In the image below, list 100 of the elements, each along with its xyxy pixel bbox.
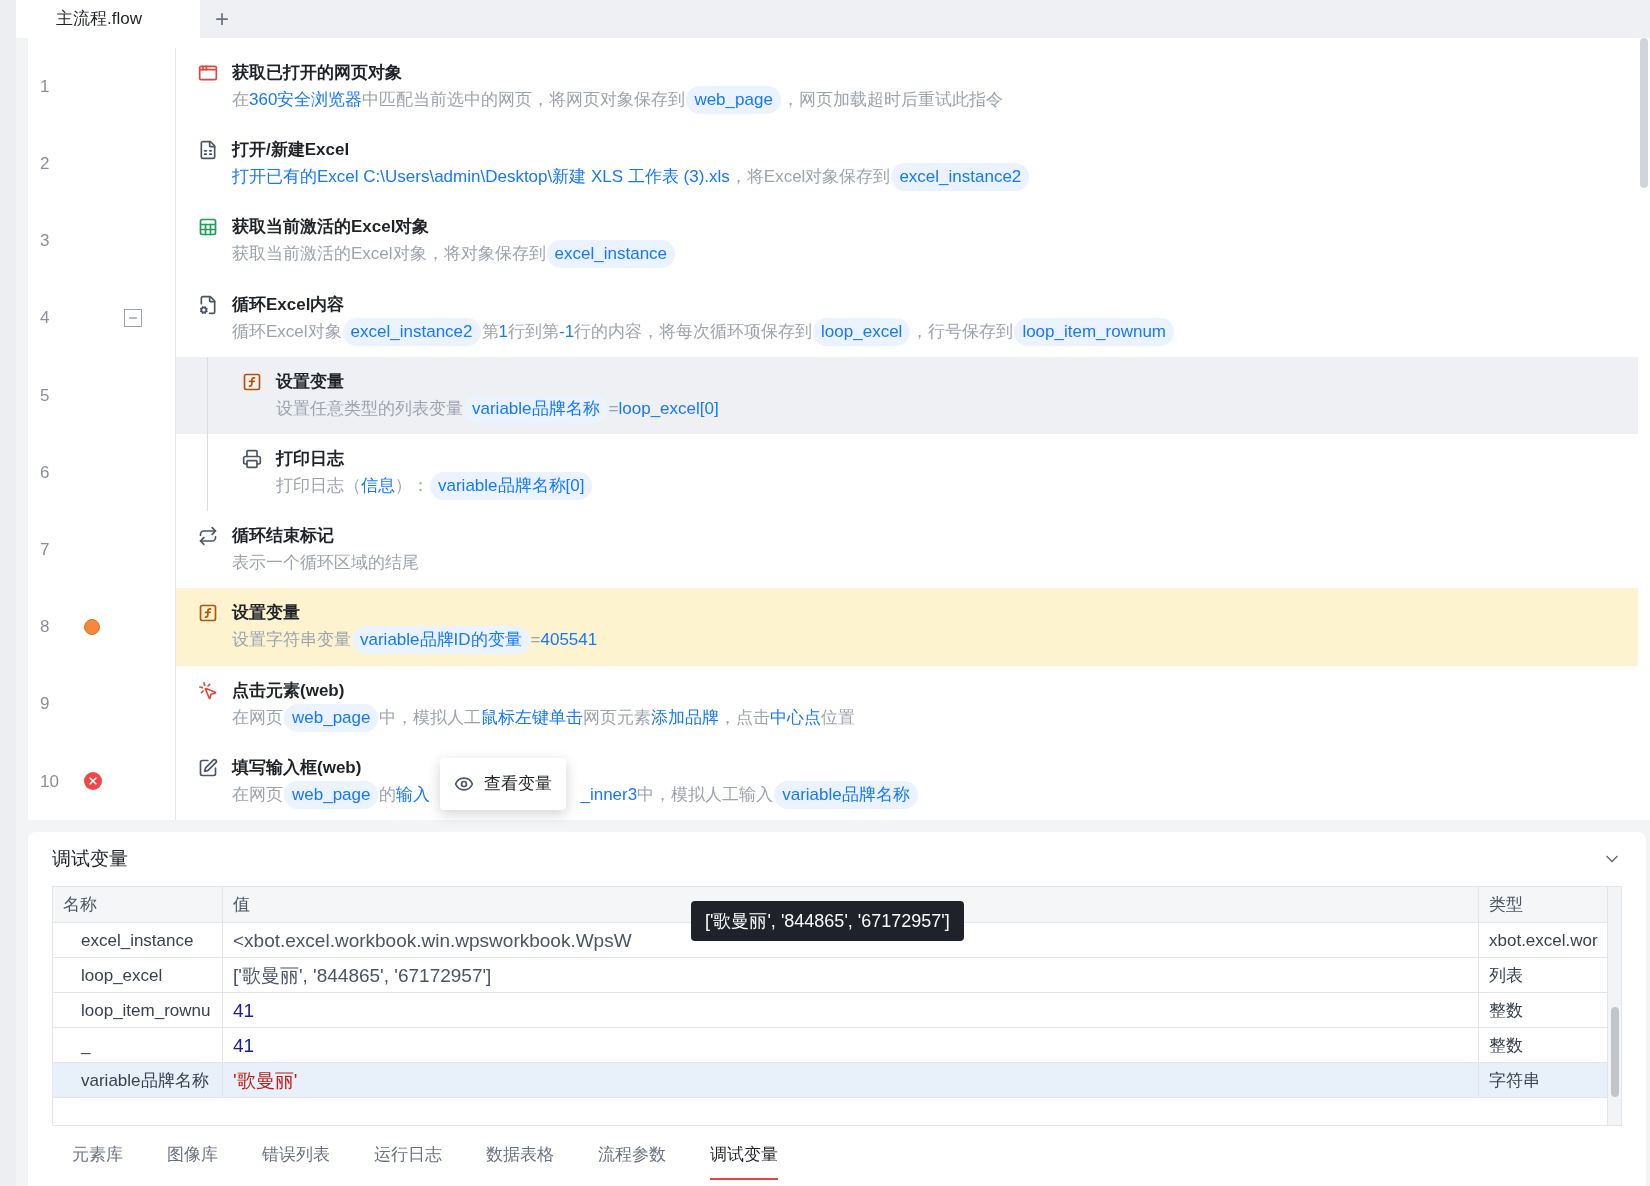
table-cell: 41 (223, 1028, 1479, 1062)
table-row[interactable]: loop_item_rownu 41 整数 (53, 993, 1607, 1028)
variable-tag: web_page (284, 780, 379, 809)
line-number: 5 (40, 384, 51, 407)
new-tab-button[interactable]: + (200, 0, 244, 38)
spreadsheet-icon (198, 217, 218, 238)
column-header: 名称 (53, 887, 223, 922)
variable-tag: variable品牌ID的变量 (352, 626, 530, 655)
panel-tab[interactable]: 图像库 (167, 1142, 218, 1180)
step-title: 填写输入框(web) (232, 756, 363, 779)
description-text: 获取当前激活的Excel对象，将对象保存到 (232, 243, 546, 266)
description-text: 第 (481, 320, 499, 343)
browser-window-icon (198, 63, 218, 83)
panel-tab[interactable]: 元素库 (72, 1142, 123, 1180)
table-cell: variable品牌名称 (53, 1063, 223, 1097)
variable-tag: web_page (686, 86, 781, 114)
step-title: 打开/新建Excel (232, 139, 351, 162)
parameter-value: -1 (558, 320, 575, 343)
description-text: 行的内容，将每次循环项保存到 (574, 320, 813, 343)
line-number: 4 (40, 307, 51, 330)
description-text: = (530, 629, 541, 652)
table-cell: excel_instance (53, 923, 223, 957)
panel-tab[interactable]: 数据表格 (486, 1142, 554, 1180)
variable-tag: excel_instance2 (891, 163, 1030, 192)
description-text: 在网页 (232, 783, 283, 806)
description-text: = (608, 397, 619, 420)
table-cell: ['歌曼丽', '844865', '67172957'] (223, 958, 1479, 992)
table-cell-text: xbot.excel.wor (1488, 930, 1599, 952)
description-text: ）： (395, 475, 429, 497)
view-icon (454, 774, 474, 794)
table-cell: 41 (223, 993, 1479, 1027)
table-row[interactable]: _ 41 整数 (53, 1028, 1607, 1063)
panel-tab[interactable]: 调试变量 (710, 1142, 778, 1180)
panel-tab[interactable]: 错误列表 (262, 1142, 330, 1180)
description-text: 循环Excel对象 (232, 320, 342, 343)
step-title: 点击元素(web) (232, 679, 346, 702)
description-text: 表示一个循环区域的结尾 (232, 552, 419, 575)
repeat-icon (198, 526, 218, 547)
line-number: 2 (40, 153, 51, 176)
variable-tag: loop_item_rownum (1014, 317, 1174, 346)
printer-icon (242, 449, 262, 469)
description-text: 的 (379, 783, 397, 806)
parameter-value: 打开已有的Excel C:\Users\admin\Desktop\新建 XLS 工作表 (3).xls (232, 166, 730, 189)
parameter-value: 中心点 (770, 706, 822, 729)
table-cell: loop_item_rownu (53, 993, 223, 1027)
description-text: 打印日志（ (276, 475, 361, 497)
step-title: 设置变量 (232, 602, 301, 625)
file-cog-icon (198, 294, 218, 315)
table-row[interactable]: variable品牌名称 '歌曼丽' 字符串 (53, 1063, 1607, 1098)
variable-tag: variable品牌名称[0] (430, 472, 593, 500)
variable-tag: variable品牌名称 (774, 780, 918, 809)
description-text: 设置任意类型的列表变量 (276, 397, 463, 420)
panel-tab[interactable]: 流程参数 (598, 1142, 666, 1180)
function-icon (198, 603, 218, 624)
description-text: ，网页加载超时后重试此指令 (781, 89, 1003, 111)
variable-tag: variable品牌名称 (464, 394, 608, 423)
context-menu[interactable]: 查看变量 (440, 758, 566, 810)
description-text: ，点击 (719, 706, 771, 729)
description-text: 在网页 (232, 706, 283, 729)
scrollbar[interactable] (1607, 887, 1621, 1125)
spreadsheet-file-icon (198, 140, 218, 161)
parameter-value: 360安全浏览器 (249, 89, 363, 111)
parameter-value: 添加品牌 (651, 706, 720, 729)
parameter-value: 1 (498, 320, 508, 343)
parameter-value: 鼠标左键单击 (481, 706, 584, 729)
parameter-value: 信息 (361, 475, 395, 497)
line-number: 9 (40, 693, 51, 716)
column-header: 类型 (1488, 894, 1524, 916)
description-text: 设置字符串变量 (232, 629, 351, 652)
edit-field-icon (198, 757, 218, 778)
table-cell-text: 列表 (1488, 965, 1524, 987)
parameter-value: 输入 (396, 783, 431, 806)
line-number: 7 (40, 539, 51, 562)
table-cell: loop_excel (53, 958, 223, 992)
description-text: 中，模拟人工输入 (637, 783, 774, 806)
table-cell-text: 整数 (1488, 1000, 1524, 1022)
description-text: 行到第 (507, 320, 559, 343)
variable-tag: excel_instance2 (342, 317, 481, 346)
table-row[interactable]: loop_excel ['歌曼丽', '844865', '67172957'] 列表 (53, 958, 1607, 993)
step-title: 获取当前激活的Excel对象 (232, 216, 431, 239)
line-number: 8 (40, 616, 51, 639)
panel-title: 调试变量 (52, 846, 128, 871)
step-title: 设置变量 (276, 370, 345, 393)
table-cell: _ (53, 1028, 223, 1062)
file-tab[interactable]: 主流程.flow (16, 0, 200, 38)
line-number: 6 (40, 461, 51, 484)
scrollbar[interactable] (1640, 38, 1648, 188)
function-icon (242, 371, 262, 392)
panel-tab[interactable]: 运行日志 (374, 1142, 442, 1180)
table-cell: '歌曼丽' (223, 1063, 1479, 1097)
variable-tag: web_page (284, 703, 379, 732)
variable-tag: excel_instance (546, 240, 676, 269)
description-text: 位置 (821, 706, 856, 729)
description-text: ，将Excel对象保存到 (729, 166, 891, 189)
step-title: 获取已打开的网页对象 (232, 62, 403, 84)
parameter-value: _inner3 (580, 783, 638, 806)
description-text: 中，模拟人工 (379, 706, 482, 729)
table-cell-text: 整数 (1488, 1035, 1524, 1057)
collapse-button[interactable] (124, 309, 142, 328)
line-number: 1 (40, 75, 51, 98)
